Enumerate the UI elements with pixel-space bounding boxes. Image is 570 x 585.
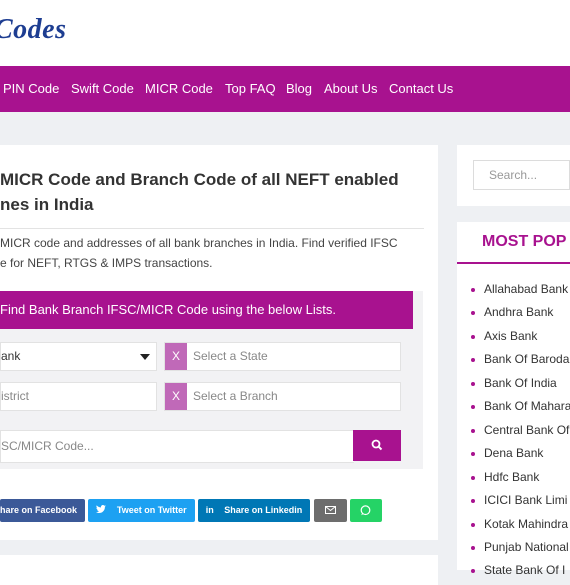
share-linkedin-button[interactable]: in Share on Linkedin (198, 499, 310, 522)
code-search-button[interactable] (353, 430, 401, 461)
bank-link-central[interactable]: Central Bank Of (484, 423, 569, 437)
nav-about-us[interactable]: About Us (324, 81, 377, 96)
bullet-icon (471, 311, 475, 315)
popular-banks-card: MOST POP Allahabad Bank Andhra Bank Axis… (457, 222, 570, 577)
sidebar-search-placeholder: Search... (489, 168, 538, 182)
main-nav: PIN Code Swift Code MICR Code Top FAQ Bl… (0, 66, 570, 112)
bank-select[interactable]: ank (0, 342, 157, 371)
bank-link-maharashtra[interactable]: Bank Of Mahara (484, 399, 570, 413)
share-twitter-button[interactable]: Tweet on Twitter (88, 499, 195, 522)
share-whatsapp-button[interactable] (350, 499, 382, 522)
share-facebook-label: hare on Facebook (0, 505, 78, 515)
nav-pin-code[interactable]: PIN Code (3, 81, 59, 96)
nav-micr-code[interactable]: MICR Code (145, 81, 213, 96)
state-select-placeholder: Select a State (193, 349, 268, 363)
district-select-placeholder: istrict (1, 389, 29, 403)
nav-top-faq[interactable]: Top FAQ (225, 81, 276, 96)
bank-link-baroda[interactable]: Bank Of Baroda (484, 352, 569, 366)
bullet-icon (471, 382, 475, 386)
bullet-icon (471, 335, 475, 339)
bullet-icon (471, 523, 475, 527)
state-select[interactable]: X Select a State (164, 342, 401, 371)
bullet-icon (471, 546, 475, 550)
nav-swift-code[interactable]: Swift Code (71, 81, 134, 96)
bullet-icon (471, 499, 475, 503)
bank-link-axis[interactable]: Axis Bank (484, 329, 537, 343)
envelope-icon (325, 506, 336, 514)
site-header: Codes (0, 0, 570, 66)
linkedin-icon: in (205, 505, 214, 515)
bank-link-pnb[interactable]: Punjab National (484, 540, 569, 554)
bullet-icon (471, 429, 475, 433)
branch-select-placeholder: Select a Branch (193, 389, 278, 403)
bank-link-kotak[interactable]: Kotak Mahindra (484, 517, 568, 531)
bullet-icon (471, 288, 475, 292)
share-twitter-label: Tweet on Twitter (116, 505, 187, 515)
nav-contact-us[interactable]: Contact Us (389, 81, 453, 96)
bullet-icon (471, 358, 475, 362)
page-title-line-2: nes in India (0, 195, 94, 214)
clear-district-button[interactable]: X (165, 383, 187, 410)
page-description: MICR code and addresses of all bank bran… (0, 233, 410, 273)
bank-link-hdfc[interactable]: Hdfc Bank (484, 470, 539, 484)
share-email-button[interactable] (314, 499, 347, 522)
bank-link-sbi[interactable]: State Bank Of I (484, 563, 565, 577)
share-facebook-button[interactable]: hare on Facebook (0, 499, 85, 522)
bank-link-allahabad[interactable]: Allahabad Bank (484, 282, 568, 296)
search-icon (371, 439, 383, 451)
bank-link-dena[interactable]: Dena Bank (484, 446, 543, 460)
description-line-1: MICR code and addresses of all bank bran… (0, 236, 398, 250)
whatsapp-icon (360, 505, 371, 516)
description-line-2: e for NEFT, RTGS & IMPS transactions. (0, 256, 213, 270)
district-select[interactable]: istrict (0, 382, 157, 411)
main-content-card: MICR Code and Branch Code of all NEFT en… (0, 145, 438, 540)
title-divider (0, 228, 424, 229)
site-logo[interactable]: Codes (0, 14, 67, 46)
code-search-input[interactable]: SC/MICR Code... (0, 430, 354, 463)
sidebar-search-card: Search... (457, 145, 570, 206)
bank-link-icici[interactable]: ICICI Bank Limi (484, 493, 567, 507)
twitter-bird-icon (96, 505, 107, 513)
bank-link-andhra[interactable]: Andhra Bank (484, 305, 553, 319)
bullet-icon (471, 405, 475, 409)
clear-state-button[interactable]: X (165, 343, 187, 370)
branch-select[interactable]: X Select a Branch (164, 382, 401, 411)
next-content-card (0, 555, 438, 585)
bank-select-value: ank (1, 349, 21, 363)
chevron-down-icon (140, 354, 150, 360)
page-title-line-1: MICR Code and Branch Code of all NEFT en… (0, 170, 399, 189)
share-linkedin-label: Share on Linkedin (224, 505, 303, 515)
bullet-icon (471, 452, 475, 456)
bank-link-boi[interactable]: Bank Of India (484, 376, 557, 390)
bullet-icon (471, 476, 475, 480)
popular-title-underline (457, 262, 570, 264)
nav-blog[interactable]: Blog (286, 81, 312, 96)
popular-banks-title: MOST POP (482, 233, 567, 250)
code-search-placeholder: SC/MICR Code... (1, 439, 94, 453)
page-title: MICR Code and Branch Code of all NEFT en… (0, 167, 430, 217)
sidebar-search-input[interactable]: Search... (473, 160, 570, 190)
finder-heading: Find Bank Branch IFSC/MICR Code using th… (0, 291, 413, 329)
